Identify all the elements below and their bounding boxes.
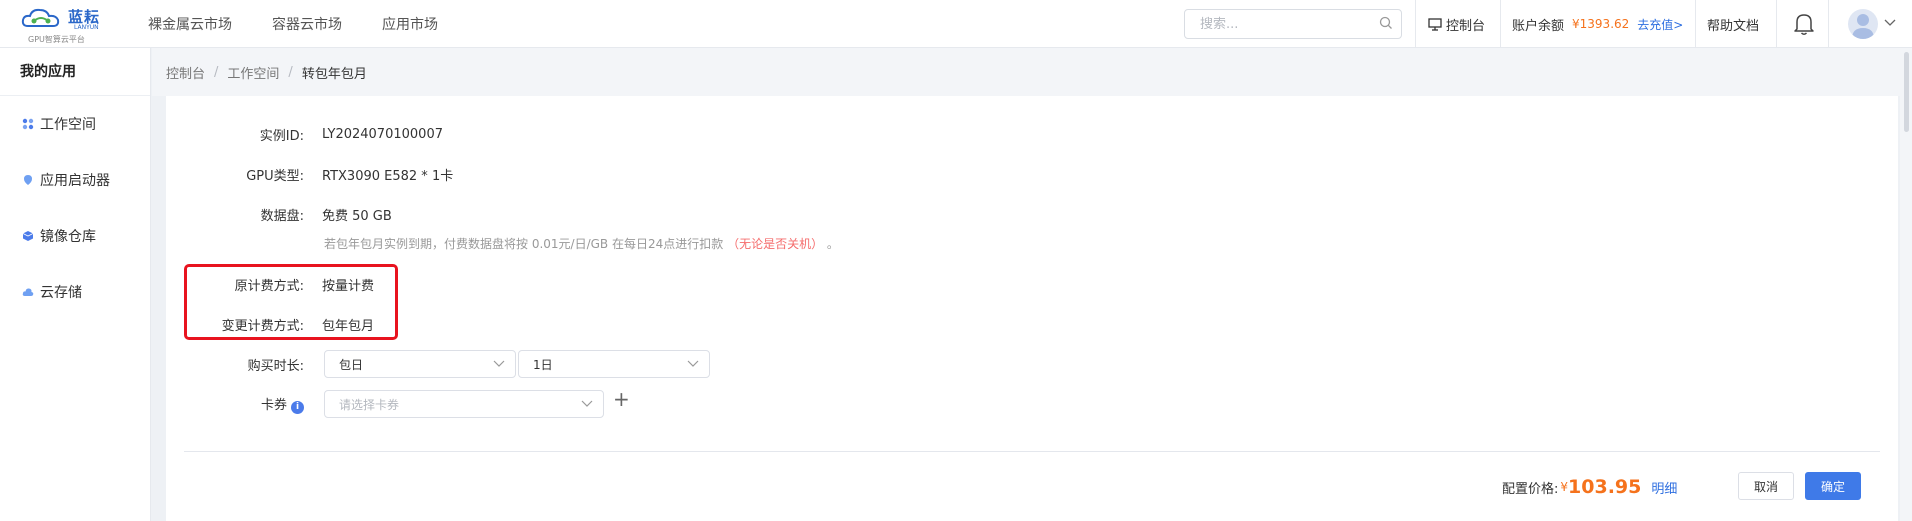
monitor-icon (1428, 17, 1442, 31)
data-disk-label: 数据盘: (260, 208, 304, 224)
coupon-placeholder: 请选择卡券 (339, 397, 400, 412)
top-nav: 裸金属云市场 容器云市场 应用市场 (148, 0, 478, 48)
sidebar-item-cloud-storage[interactable]: 云存储 (0, 264, 150, 320)
header-divider (1776, 0, 1777, 48)
new-billing-value: 包年包月 (322, 318, 375, 334)
nav-bare-metal[interactable]: 裸金属云市场 (148, 14, 232, 34)
breadcrumb-separator: / (214, 64, 219, 80)
original-billing-row: 原计费方式: 按量计费 (166, 274, 374, 294)
sidebar-item-label: 应用启动器 (40, 173, 110, 189)
gpu-type-label: GPU类型: (246, 168, 304, 184)
coupon-select[interactable]: 请选择卡券 (324, 390, 604, 418)
nav-container[interactable]: 容器云市场 (272, 14, 342, 34)
sidebar-item-workspace[interactable]: 工作空间 (0, 96, 150, 152)
data-disk-row: 数据盘: 免费 50 GB (166, 204, 392, 224)
price-detail-link[interactable]: 明细 (1651, 478, 1677, 497)
user-avatar-icon (1852, 14, 1874, 39)
brand-logo[interactable]: 蓝耘 LANYUN GPU智算云平台 (20, 4, 110, 44)
divider (184, 451, 1880, 452)
sidebar-item-label: 工作空间 (40, 117, 96, 133)
header-divider (1415, 0, 1416, 48)
sidebar-item-launcher[interactable]: 应用启动器 (0, 152, 150, 208)
sidebar: 我的应用 工作空间 应用启动器 镜像仓库 云存储 (0, 48, 151, 521)
brand-name-en: LANYUN (74, 24, 99, 31)
price-value: 103.95 (1568, 476, 1642, 498)
coupon-label: 卡券 (260, 398, 287, 413)
breadcrumb-separator: / (288, 64, 293, 80)
breadcrumb: 控制台 / 工作空间 / 转包年包月 (152, 48, 1912, 96)
data-disk-note-text: 若包年包月实例到期，付费数据盘将按 0.01元/日/GB 在每日24点进行扣款 (324, 237, 724, 251)
duration-amount-value: 1日 (533, 357, 553, 372)
header-divider (1500, 0, 1501, 48)
price-currency: ¥ (1560, 480, 1569, 494)
duration-row: 购买时长: (166, 354, 322, 374)
info-icon[interactable]: i (291, 401, 304, 414)
price-summary: 配置价格: ¥ 103.95 明细 (1502, 472, 1677, 502)
instance-id-value: LY2024070100007 (322, 126, 443, 142)
launcher-icon (24, 175, 32, 185)
data-disk-note-warning: （无论是否关机） (727, 237, 824, 251)
data-disk-value: 免费 50 GB (322, 208, 392, 224)
chevron-down-icon (687, 360, 699, 367)
nav-app-market[interactable]: 应用市场 (382, 14, 438, 34)
chevron-down-icon[interactable] (1884, 19, 1896, 27)
duration-unit-select[interactable]: 包日 (324, 350, 516, 378)
billing-conversion-panel: 实例ID: LY2024070100007 GPU类型: RTX3090 E58… (166, 96, 1898, 521)
duration-unit-value: 包日 (339, 357, 364, 372)
balance-amount: ¥1393.62 (1572, 17, 1630, 31)
image-repo-icon (22, 231, 34, 241)
gpu-type-value: RTX3090 E582 * 1卡 (322, 168, 454, 184)
search-input[interactable] (1200, 10, 1380, 38)
instance-id-label: 实例ID: (259, 128, 304, 144)
add-coupon-icon[interactable]: + (613, 389, 630, 409)
console-label: 控制台 (1446, 18, 1486, 34)
confirm-button[interactable]: 确定 (1805, 472, 1861, 500)
scrollbar[interactable] (1900, 48, 1912, 521)
cancel-button[interactable]: 取消 (1738, 472, 1794, 500)
price-label: 配置价格: (1502, 481, 1559, 497)
recharge-link[interactable]: 去充值> (1637, 16, 1683, 33)
sidebar-title: 我的应用 (0, 48, 150, 96)
header-divider (1828, 0, 1829, 48)
header-divider (1695, 0, 1696, 48)
new-billing-row: 变更计费方式: 包年包月 (166, 314, 374, 334)
chevron-down-icon (581, 400, 593, 407)
breadcrumb-current: 转包年包月 (301, 66, 367, 82)
cloud-logo-icon (21, 8, 60, 27)
new-billing-label: 变更计费方式: (221, 318, 304, 334)
sidebar-item-label: 云存储 (40, 285, 82, 301)
scrollbar-thumb[interactable] (1904, 52, 1909, 132)
sidebar-item-label: 镜像仓库 (40, 229, 96, 245)
breadcrumb-workspace[interactable]: 工作空间 (227, 63, 279, 82)
instance-id-row: 实例ID: LY2024070100007 (166, 124, 443, 144)
search-box (1184, 9, 1402, 39)
sidebar-item-image-repo[interactable]: 镜像仓库 (0, 208, 150, 264)
chevron-down-icon (493, 360, 505, 367)
coupon-row: 卡券 i (166, 394, 322, 414)
coupon-label-wrap: 卡券 i (166, 394, 304, 414)
help-docs-link[interactable]: 帮助文档 (1707, 0, 1759, 48)
balance-label: 账户余额 (1512, 18, 1565, 34)
workspace-icon (22, 118, 34, 130)
bell-icon[interactable] (1793, 12, 1815, 36)
gpu-type-row: GPU类型: RTX3090 E582 * 1卡 (166, 164, 453, 184)
cloud-storage-icon (22, 288, 34, 296)
console-link[interactable]: 控制台 (1428, 0, 1485, 48)
duration-amount-select[interactable]: 1日 (518, 350, 710, 378)
search-icon[interactable] (1379, 16, 1393, 30)
original-billing-value: 按量计费 (322, 278, 375, 294)
data-disk-note-end: 。 (826, 237, 839, 251)
data-disk-note: 若包年包月实例到期，付费数据盘将按 0.01元/日/GB 在每日24点进行扣款 … (324, 235, 839, 252)
duration-label: 购买时长: (247, 358, 304, 374)
breadcrumb-console[interactable]: 控制台 (166, 63, 205, 82)
top-header: 蓝耘 LANYUN GPU智算云平台 裸金属云市场 容器云市场 应用市场 控制台… (0, 0, 1912, 48)
avatar[interactable] (1848, 9, 1878, 39)
original-billing-label: 原计费方式: (234, 278, 304, 294)
brand-slogan: GPU智算云平台 (28, 35, 85, 44)
account-balance: 账户余额 ¥1393.62 去充值> (1512, 0, 1683, 48)
